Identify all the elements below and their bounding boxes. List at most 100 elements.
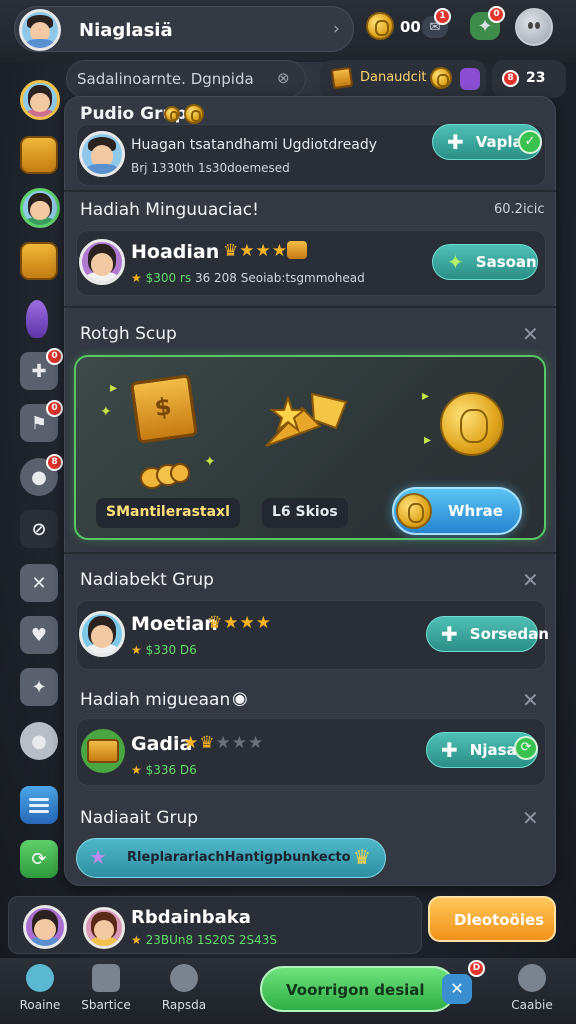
button-label: Sasoan xyxy=(475,253,537,271)
plus-icon: ✦ xyxy=(447,250,464,274)
claim-button[interactable]: ✦ Sasoan xyxy=(432,244,538,280)
refresh-icon: ⟳ xyxy=(514,736,538,760)
button-label: RleplarariachHantigpbunkecto xyxy=(127,850,351,865)
wide-action-button[interactable]: ★ RleplarariachHantigpbunkecto ♛ xyxy=(76,838,386,878)
sidebar-badge: 0 xyxy=(46,400,63,417)
star-horn-icon xyxy=(265,392,348,447)
sparkle-icon: ✦ xyxy=(100,404,112,420)
heart-icon: ♥ xyxy=(30,624,48,646)
star-rating: ♛★★★ xyxy=(223,241,288,261)
nav-label: Roaine xyxy=(19,998,61,1012)
close-icon[interactable]: ✕ xyxy=(522,688,539,712)
row-subtitle: ★ $330 D6 xyxy=(131,643,197,657)
divider xyxy=(64,190,556,192)
row-name: Moetian xyxy=(131,613,218,635)
settings-icon[interactable] xyxy=(515,8,553,46)
nav-label: Caabie xyxy=(511,998,553,1012)
button-label: Voorrigon desial xyxy=(286,981,425,999)
star-icon: ★ xyxy=(89,845,107,869)
nav-item-home[interactable]: Roaine xyxy=(4,964,76,1020)
center-action-button[interactable]: Voorrigon desial ✕ xyxy=(260,966,472,1012)
section-title: Nadiabekt Grup xyxy=(80,570,214,590)
chest-icon xyxy=(129,374,199,444)
sidebar-item-list[interactable] xyxy=(20,786,58,824)
sidebar-item-eggplant[interactable] xyxy=(26,300,48,338)
coin-icon xyxy=(184,104,204,124)
row-subtitle: ★ $300 rs 36 208 Seoiab:tsgmmohead xyxy=(131,271,365,285)
sidebar-item-refresh[interactable]: ⟳ xyxy=(20,840,58,878)
sidebar-item-mail[interactable] xyxy=(20,136,58,174)
avatar xyxy=(83,907,125,949)
refresh-icon: ⟳ xyxy=(31,848,47,870)
sidebar-badge: 8 xyxy=(46,454,63,471)
player-avatar[interactable] xyxy=(19,9,61,51)
search-text: Sadalinoarnte. Dgnpida xyxy=(77,70,254,88)
chest-icon xyxy=(330,66,354,90)
promo-pill[interactable]: Danaudcit xyxy=(320,60,486,98)
counter-value: 23 xyxy=(526,70,546,86)
nav-item-shop[interactable]: Sbartice xyxy=(70,964,142,1020)
plus-icon: ✚ xyxy=(31,360,47,382)
player-row[interactable]: Rbdainbaka ★ 23BUn8 1S20S 2S43S xyxy=(8,896,422,954)
coin-icon xyxy=(366,12,394,40)
clover-icon: ⊘ xyxy=(31,518,47,540)
row-name: Rbdainbaka xyxy=(131,907,251,928)
nav-item-more[interactable]: Caabie xyxy=(496,964,568,1020)
sidebar-item-fox[interactable]: ✦ xyxy=(20,668,58,706)
flag-icon: ⚑ xyxy=(30,412,48,434)
sidebar-item-heart[interactable]: ♥ xyxy=(20,616,58,654)
close-icon[interactable]: ✕ xyxy=(522,322,539,346)
claim-reward-button[interactable]: Whrae xyxy=(392,487,522,535)
section-title: Hadiah Minguuaciac! xyxy=(80,200,259,220)
accept-button[interactable]: ✚ Sorsedan xyxy=(426,616,549,652)
swords-icon: ✕ xyxy=(442,974,472,1004)
sidebar-item-friend[interactable] xyxy=(20,188,60,228)
sidebar-item-bear[interactable]: ● xyxy=(20,722,58,760)
nav-label: Rapsda xyxy=(161,998,207,1012)
plus-icon: ✚ xyxy=(447,130,464,154)
bear-icon: ● xyxy=(31,730,47,752)
nav-label: Sbartice xyxy=(81,998,131,1012)
more-icon xyxy=(518,964,546,992)
close-icon[interactable]: ✕ xyxy=(522,806,539,830)
player-name: Niaglasiä xyxy=(79,20,173,41)
gift-badge: 0 xyxy=(488,6,505,23)
search-bar[interactable]: Sadalinoarnte. Dgnpida ⊗ xyxy=(66,60,306,98)
sparkle-icon: ▸ xyxy=(424,432,432,448)
avatar xyxy=(79,239,125,285)
chevron-icon[interactable]: › xyxy=(333,19,340,39)
top-bar: Niaglasiä › 00 ✉ 1 ✦ 0 xyxy=(0,0,576,62)
reward-label: SMantilerastaxl xyxy=(96,498,240,528)
fox-icon: ✦ xyxy=(31,676,47,698)
plus-icon: ✚ xyxy=(441,622,458,646)
sidebar-badge: 0 xyxy=(46,348,63,365)
sidebar-item-avatar[interactable] xyxy=(20,80,60,120)
section-note: 60.2icic xyxy=(494,202,545,217)
coin-icon xyxy=(164,106,180,122)
gem-icon xyxy=(460,68,480,90)
sidebar-item-swords[interactable]: ✕ xyxy=(20,564,58,602)
coins-value: 00 xyxy=(400,18,421,36)
counter-pill[interactable]: 8 23 xyxy=(492,60,566,98)
orange-action-button[interactable]: Dleotoöies xyxy=(428,896,556,942)
button-label: Whrae xyxy=(448,502,503,520)
counter-badge: 8 xyxy=(502,70,519,87)
button-label: Dleotoöies xyxy=(454,911,545,929)
close-icon[interactable]: ⊗ xyxy=(277,69,290,87)
button-label: Vapla xyxy=(475,133,523,151)
star-rating: ★♛★★★ xyxy=(183,733,265,753)
reward-label: L6 Skios xyxy=(262,498,348,528)
sparkle-icon: ✦ xyxy=(204,454,216,470)
chest-icon xyxy=(287,241,307,259)
home-icon xyxy=(26,964,54,992)
shop-icon xyxy=(92,964,120,992)
plus-icon: ✚ xyxy=(441,738,458,762)
nav-item-profile[interactable]: Rapsda xyxy=(148,964,220,1020)
profile-pill[interactable]: Niaglasiä › xyxy=(14,6,354,52)
sidebar-item-chest[interactable] xyxy=(20,242,58,280)
row-subtitle: ★ 23BUn8 1S20S 2S43S xyxy=(131,933,278,947)
promo-label: Danaudcit xyxy=(360,70,427,85)
divider xyxy=(64,306,556,308)
sidebar-item-clover[interactable]: ⊘ xyxy=(20,510,58,548)
close-icon[interactable]: ✕ xyxy=(522,568,539,592)
